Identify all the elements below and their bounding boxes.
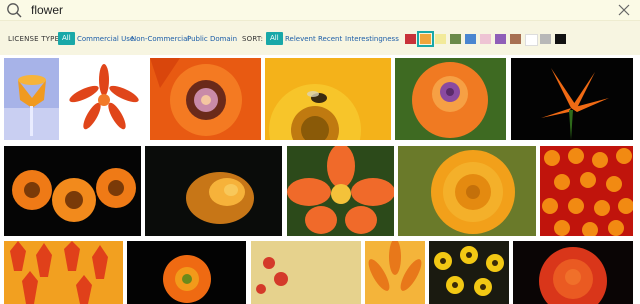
image-tile[interactable]: [62, 58, 146, 140]
flower-photo: [4, 146, 141, 236]
flower-photo: [4, 241, 123, 304]
image-tile[interactable]: [511, 58, 633, 140]
image-tile[interactable]: [398, 146, 536, 236]
color-swatch[interactable]: [450, 34, 461, 44]
color-swatch[interactable]: [435, 34, 446, 44]
image-tile[interactable]: [287, 146, 394, 236]
search-bar: [0, 0, 640, 21]
color-swatch[interactable]: [417, 31, 434, 47]
image-tile[interactable]: [4, 58, 59, 140]
flower-photo: [398, 146, 536, 236]
license-type-label: LICENSE TYPE:: [8, 35, 62, 43]
sort-label: SORT:: [242, 35, 264, 43]
close-icon[interactable]: [616, 2, 632, 18]
flower-photo: [127, 241, 246, 304]
filter-bar: LICENSE TYPE: All Commercial Use Non-Com…: [0, 21, 640, 55]
license-noncommercial-option[interactable]: Non-Commercial: [131, 35, 189, 43]
image-tile[interactable]: [513, 241, 633, 304]
search-icon[interactable]: [6, 2, 22, 18]
image-tile[interactable]: [4, 146, 141, 236]
image-tile[interactable]: [127, 241, 246, 304]
image-tile[interactable]: [395, 58, 506, 140]
sort-recent-option[interactable]: Recent: [318, 35, 342, 43]
flower-photo: [287, 146, 394, 236]
color-swatch[interactable]: [540, 34, 551, 44]
color-swatch[interactable]: [525, 34, 538, 46]
image-tile[interactable]: [4, 241, 123, 304]
flower-photo: [62, 58, 146, 140]
flower-photo: [513, 241, 633, 304]
color-swatch[interactable]: [555, 34, 566, 44]
flower-photo: [540, 146, 633, 236]
flower-photo: [251, 241, 361, 304]
color-swatch[interactable]: [405, 34, 416, 44]
license-all-button[interactable]: All: [58, 32, 75, 45]
license-commercial-option[interactable]: Commercial Use: [77, 35, 134, 43]
flower-photo: [145, 146, 282, 236]
image-grid: [0, 56, 640, 304]
sort-interestingness-option[interactable]: Interestingness: [345, 35, 399, 43]
flower-photo: [4, 58, 59, 140]
search-input[interactable]: [31, 2, 591, 18]
image-tile[interactable]: [365, 241, 425, 304]
flower-photo: [429, 241, 509, 304]
color-swatch[interactable]: [480, 34, 491, 44]
color-swatch[interactable]: [510, 34, 521, 44]
license-publicdomain-option[interactable]: Public Domain: [187, 35, 237, 43]
sort-relevant-option[interactable]: Relevent: [285, 35, 316, 43]
flower-photo: [395, 58, 506, 140]
image-tile[interactable]: [145, 146, 282, 236]
sort-all-button[interactable]: All: [266, 32, 283, 45]
image-tile[interactable]: [429, 241, 509, 304]
flower-photo: [511, 58, 633, 140]
image-tile[interactable]: [265, 58, 391, 140]
flower-photo: [265, 58, 391, 140]
flower-photo: [150, 58, 261, 140]
flower-photo: [365, 241, 425, 304]
image-tile[interactable]: [540, 146, 633, 236]
image-tile[interactable]: [251, 241, 361, 304]
color-swatch[interactable]: [465, 34, 476, 44]
color-swatch[interactable]: [495, 34, 506, 44]
image-tile[interactable]: [150, 58, 261, 140]
